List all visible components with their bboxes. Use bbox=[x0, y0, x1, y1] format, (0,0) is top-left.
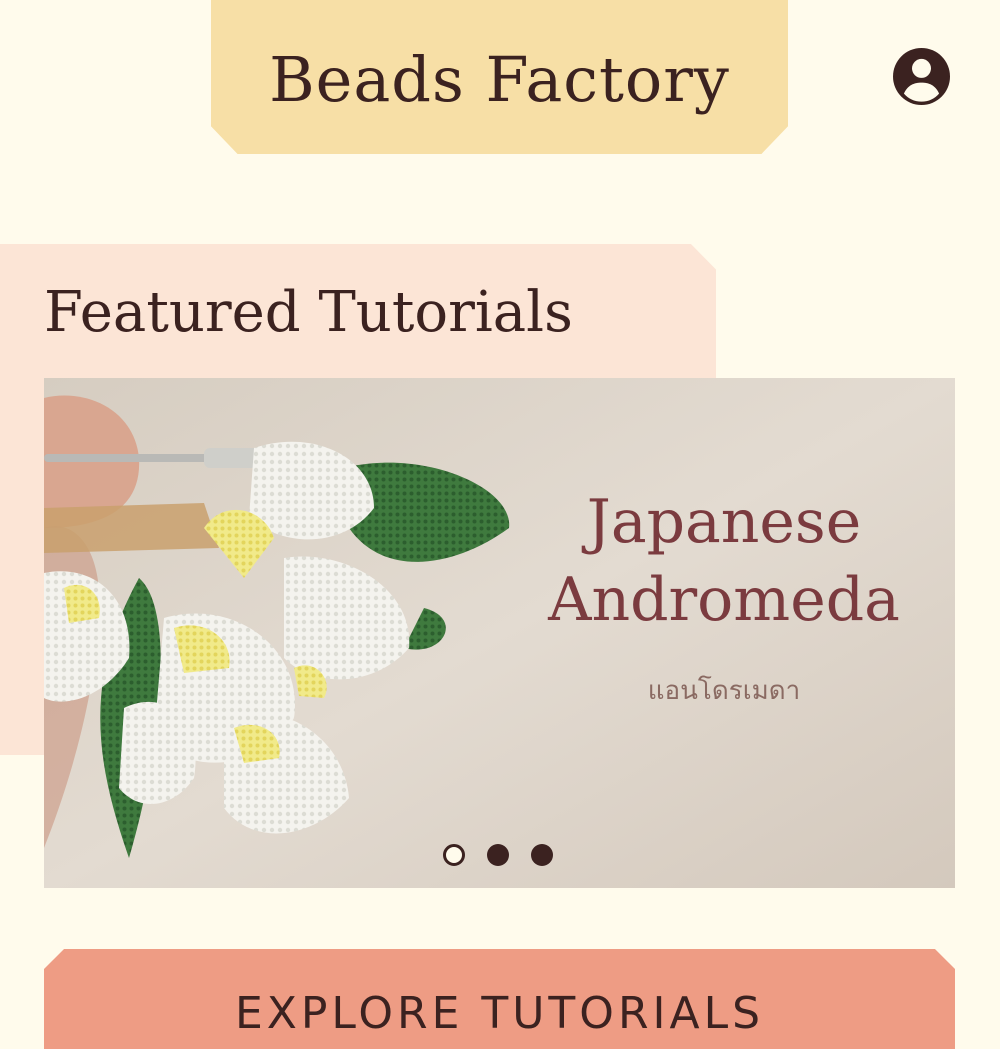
slide-heading-line2: Andromeda bbox=[548, 565, 900, 635]
account-circle-icon bbox=[893, 48, 950, 105]
profile-button[interactable] bbox=[893, 48, 950, 105]
carousel-dot-3[interactable] bbox=[531, 844, 553, 866]
carousel-dot-1[interactable] bbox=[443, 844, 465, 866]
app-title: Beads Factory bbox=[269, 42, 730, 116]
carousel-indicators bbox=[443, 844, 553, 866]
carousel-dot-2[interactable] bbox=[487, 844, 509, 866]
slide-subtitle: แอนโดรเมดา bbox=[647, 676, 801, 706]
featured-carousel[interactable]: Japanese Andromeda แอนโดรเมดา bbox=[44, 378, 955, 888]
app-title-banner: Beads Factory bbox=[211, 0, 788, 154]
slide-heading: Japanese Andromeda bbox=[534, 483, 914, 639]
section-title: Featured Tutorials bbox=[44, 280, 573, 345]
explore-tutorials-button[interactable]: EXPLORE TUTORIALS bbox=[44, 949, 955, 1049]
slide-heading-line1: Japanese bbox=[586, 487, 862, 557]
